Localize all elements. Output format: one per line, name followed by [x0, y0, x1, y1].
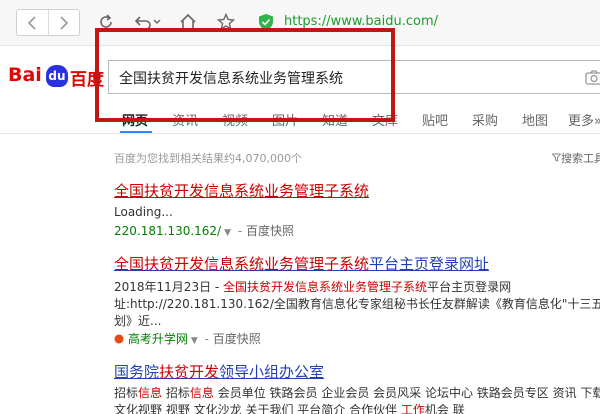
url-dropdown-icon[interactable]: ▼	[224, 228, 231, 238]
camera-search-button[interactable]	[585, 69, 600, 89]
result-2-snippet-line-1: 2018年11月23日 - 全国扶贫开发信息系统业务管理子系统平台主页登录网	[114, 280, 512, 294]
result-2-url: 高考升学网 ▼ - 百度快照	[114, 330, 261, 347]
result-snapshot-link[interactable]: 百度快照	[213, 332, 261, 346]
result-title-highlight: 全国扶贫开发信息系统业务管理子系统	[114, 182, 370, 200]
search-tools-label: 搜索工具	[561, 152, 600, 165]
result-count: 百度为您找到相关结果约4,070,000个	[114, 152, 302, 165]
tab-more[interactable]: 更多»	[568, 110, 600, 129]
result-snapshot-link[interactable]: 百度快照	[246, 224, 294, 238]
nav-button-group	[16, 9, 80, 36]
tab-procurement[interactable]: 采购	[472, 110, 498, 129]
baidu-logo[interactable]: Bai du 百度	[8, 64, 104, 90]
forward-button[interactable]	[47, 10, 80, 35]
logo-text-bai: Bai	[8, 64, 42, 86]
result-3-snippet-line-2: 文化视野 视野 文化沙龙 关于我们 平台简介 合作伙伴 工作机会 联	[114, 403, 465, 414]
result-url-text[interactable]: 220.181.130.162/	[114, 224, 221, 238]
filter-icon	[551, 153, 562, 162]
result-title-highlight: 全国扶贫开发信息系统业务管理子系统	[114, 255, 370, 273]
back-button[interactable]	[17, 10, 48, 35]
search-tools-button[interactable]: 搜索工具	[551, 150, 600, 166]
logo-paw-icon: du	[46, 65, 68, 87]
address-bar-url[interactable]: https://www.baidu.com/	[284, 14, 438, 29]
result-1-url: 220.181.130.162/▼ - 百度快照	[114, 224, 295, 238]
result-3-snippet-line-1: 招标信息 招标信息 会员单位 铁路会员 企业会员 会员风采 论坛中心 铁路会员专…	[114, 386, 600, 400]
result-2-title[interactable]: 全国扶贫开发信息系统业务管理子系统平台主页登录网址	[114, 253, 489, 274]
tab-map[interactable]: 地图	[522, 110, 548, 129]
result-2-snippet-line-3: 划》近...	[114, 314, 162, 328]
chevron-right-icon	[60, 15, 68, 30]
result-title-highlight: 扶贫开发	[159, 363, 220, 381]
active-tab-underline	[120, 131, 152, 133]
result-1-title[interactable]: 全国扶贫开发信息系统业务管理子系统	[114, 180, 369, 201]
result-3-title[interactable]: 国务院扶贫开发领导小组办公室	[114, 361, 324, 382]
chevron-left-icon	[28, 15, 36, 30]
result-2-snippet-line-2: 址:http://220.181.130.162/全国教育信息化专家组秘书长任友…	[114, 297, 600, 311]
site-favicon-icon	[114, 334, 124, 344]
annotation-highlight-box	[95, 28, 395, 122]
camera-icon	[585, 70, 600, 85]
url-dropdown-icon[interactable]: ▼	[191, 336, 198, 346]
result-url-text[interactable]: 高考升学网	[128, 332, 188, 346]
result-1-snippet: Loading...	[114, 205, 173, 219]
tab-tieba[interactable]: 贴吧	[422, 110, 448, 129]
result-title-rest: 平台主页登录网址	[369, 255, 490, 273]
